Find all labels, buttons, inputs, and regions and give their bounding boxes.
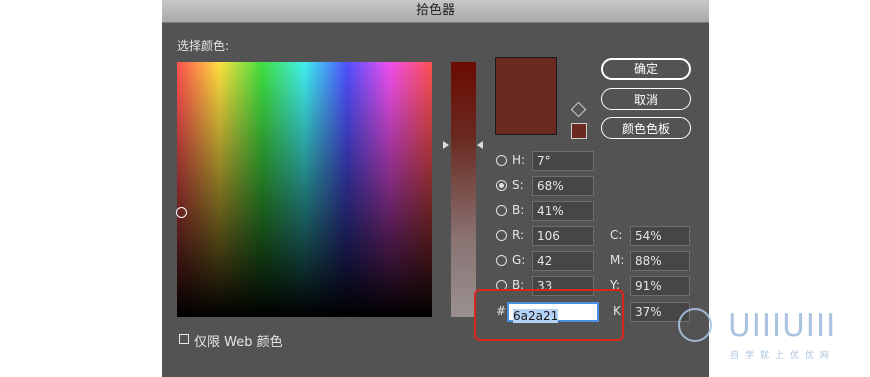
watermark-brand: UIIIUIII	[728, 308, 837, 344]
r-input[interactable]: 106	[532, 226, 594, 246]
spectrum-picker-marker[interactable]	[176, 207, 187, 218]
new-color-swatch	[495, 57, 557, 135]
y-input[interactable]: 91%	[630, 276, 690, 296]
label-m: M:	[610, 253, 625, 267]
label-g: G:	[512, 253, 526, 267]
slider-left-arrow-icon[interactable]	[443, 141, 449, 149]
hue-slider[interactable]	[451, 62, 476, 317]
label-c: C:	[610, 228, 623, 242]
color-spectrum-field[interactable]	[177, 62, 432, 317]
m-input[interactable]: 88%	[630, 251, 690, 271]
label-h: H:	[512, 153, 526, 167]
s-input[interactable]: 68%	[532, 176, 594, 196]
cancel-button[interactable]: 取消	[601, 88, 691, 110]
radio-brightness[interactable]	[496, 205, 507, 216]
h-input[interactable]: 7°	[532, 151, 594, 171]
highlight-box	[474, 289, 624, 341]
radio-g[interactable]	[496, 255, 507, 266]
bulb-logo-icon	[678, 308, 712, 342]
radio-h[interactable]	[496, 155, 507, 166]
label-r: R:	[512, 228, 525, 242]
brightness-input[interactable]: 41%	[532, 201, 594, 221]
radio-r[interactable]	[496, 230, 507, 241]
gamut-cube-icon[interactable]	[570, 101, 587, 118]
radio-s[interactable]	[496, 180, 507, 191]
color-picker-dialog: 拾色器 选择颜色: 确定 取消 颜色色板 H: 7° S: 68% B: 41%…	[162, 0, 709, 377]
label-s: S:	[512, 178, 524, 192]
select-color-label: 选择颜色:	[177, 39, 230, 53]
web-only-label: 仅限 Web 颜色	[194, 335, 283, 350]
current-color-swatch[interactable]	[571, 123, 587, 139]
slider-right-arrow-icon[interactable]	[477, 141, 483, 149]
g-input[interactable]: 42	[532, 251, 594, 271]
label-brightness: B:	[512, 203, 525, 217]
ok-button[interactable]: 确定	[601, 58, 691, 80]
c-input[interactable]: 54%	[630, 226, 690, 246]
web-only-checkbox[interactable]	[179, 334, 189, 344]
color-swatches-button[interactable]: 颜色色板	[601, 117, 691, 139]
watermark-sub: 自学就上优优网	[730, 351, 836, 361]
dialog-title: 拾色器	[162, 0, 709, 23]
